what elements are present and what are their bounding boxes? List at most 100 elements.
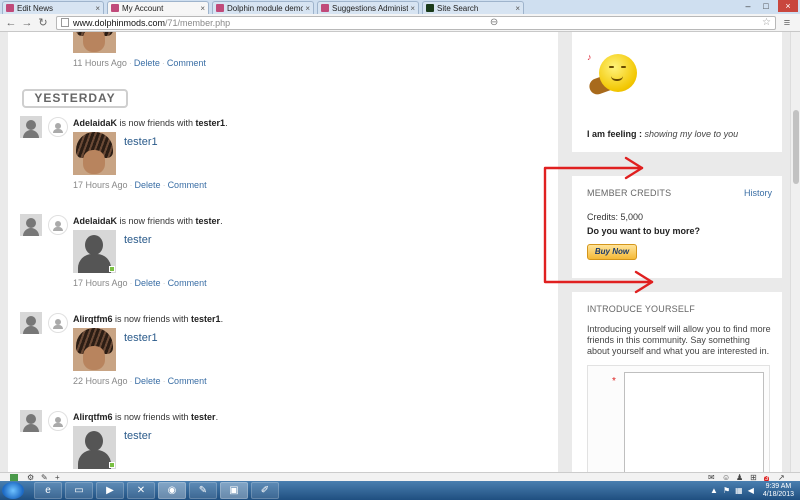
flag-icon[interactable]: ⚑	[723, 486, 730, 495]
cart-icon[interactable]: ⊞	[750, 473, 758, 481]
folder-icon[interactable]: ▭	[65, 482, 93, 499]
actor-link[interactable]: AdelaidaK	[73, 216, 117, 226]
browser-tab-dolphin-demo[interactable]: Dolphin module demo sit ×	[212, 1, 314, 14]
scrollbar-thumb[interactable]	[793, 110, 799, 184]
site-logo-icon[interactable]	[10, 473, 18, 481]
buy-now-button[interactable]: Buy Now	[587, 244, 637, 260]
activity-feed: 11 Hours Ago · Delete · Comment YESTERDAY Ad…	[8, 32, 558, 472]
user-icon[interactable]: ♟	[736, 473, 744, 481]
period-text: .	[220, 216, 223, 226]
actor-link[interactable]: Alirqtfm6	[73, 314, 113, 324]
actor-avatar[interactable]	[20, 410, 42, 432]
system-clock[interactable]: 9:39 AM 4/18/2013	[763, 483, 794, 499]
action-text: is now friends with	[112, 412, 192, 422]
browser-tab-site-search[interactable]: Site Search ×	[422, 1, 524, 14]
action-text: is now friends with	[112, 314, 192, 324]
browser-tab-edit-news[interactable]: Edit News ×	[2, 1, 104, 14]
delete-link[interactable]: Delete	[135, 278, 161, 288]
browser-tab-suggestions[interactable]: Suggestions Administratio ×	[317, 1, 419, 14]
paint-icon[interactable]: ✐	[251, 482, 279, 499]
history-link[interactable]: History	[744, 188, 772, 198]
address-bar[interactable]: www.dolphinmods.com /71/member.php ⊖ ☆	[56, 15, 776, 30]
notifications-icon[interactable]: 3	[764, 474, 772, 481]
toolbar-right-icons: ✉ ☺ ♟ ⊞ 3 ↗	[702, 473, 786, 481]
zoom-icon[interactable]: ⊖	[490, 17, 498, 28]
editor-icon[interactable]: ✎	[189, 482, 217, 499]
action-text: is now friends with	[117, 216, 196, 226]
gear-icon[interactable]: ⚙	[27, 473, 35, 481]
browser-tab-my-account[interactable]: My Account ×	[107, 1, 209, 14]
tab-label: Dolphin module demo sit	[227, 3, 304, 13]
remote-desktop-icon[interactable]: ▣	[220, 482, 248, 499]
sidebar: ♪ I am feeling : showing my love to you …	[572, 32, 782, 472]
start-button[interactable]	[2, 482, 24, 499]
close-icon[interactable]: ×	[305, 4, 310, 13]
friend-photo-thumbnail[interactable]	[73, 32, 116, 53]
page-icon	[61, 18, 69, 27]
close-icon[interactable]: ×	[515, 4, 520, 13]
friend-default-avatar[interactable]	[73, 230, 116, 273]
actor-link[interactable]: Alirqtfm6	[73, 412, 113, 422]
friend-name-link[interactable]: tester1	[124, 332, 158, 344]
close-icon[interactable]: ×	[200, 4, 205, 13]
plus-icon[interactable]: +	[55, 473, 63, 481]
volume-icon[interactable]: ◀	[748, 486, 754, 495]
dolphin-favicon-icon	[111, 4, 119, 12]
mail-icon[interactable]: ✉	[708, 473, 716, 481]
window-close-icon[interactable]: ×	[778, 0, 798, 12]
signout-icon[interactable]: ↗	[778, 473, 786, 481]
back-arrow-icon[interactable]: ←	[4, 16, 18, 30]
actor-avatar[interactable]	[20, 214, 42, 236]
comment-link[interactable]: Comment	[168, 180, 207, 190]
intro-description: Introducing yourself will allow you to f…	[587, 324, 771, 356]
friend-name-link[interactable]: tester1	[124, 136, 158, 148]
friend-link[interactable]: tester	[196, 216, 221, 226]
media-player-icon[interactable]: ▶	[96, 482, 124, 499]
close-icon[interactable]: ×	[410, 4, 415, 13]
intro-textarea[interactable]	[624, 372, 764, 472]
comment-link[interactable]: Comment	[168, 376, 207, 386]
actor-avatar[interactable]	[20, 116, 42, 138]
activity-headline: AdelaidaK is now friends with tester.	[73, 216, 223, 226]
friend-name-link[interactable]: tester	[124, 234, 152, 246]
menu-icon[interactable]: ≡	[780, 16, 794, 30]
item-meta: 17 Hours Ago · Delete · Comment	[73, 180, 207, 190]
network-icon[interactable]: ▦	[735, 486, 743, 495]
intro-form: *	[587, 365, 770, 472]
timestamp: 17 Hours Ago	[73, 180, 128, 190]
face-shape	[83, 346, 105, 370]
edit-icon[interactable]: ✎	[41, 473, 49, 481]
face-shape	[83, 32, 105, 52]
tools-icon[interactable]: ✕	[127, 482, 155, 499]
friend-name-link[interactable]: tester	[124, 430, 152, 442]
friend-photo-thumbnail[interactable]	[73, 132, 116, 175]
tab-label: Suggestions Administratio	[332, 3, 409, 13]
delete-link[interactable]: Delete	[135, 376, 161, 386]
friend-link[interactable]: tester1	[196, 118, 226, 128]
friend-default-avatar[interactable]	[73, 426, 116, 469]
comment-link[interactable]: Comment	[168, 278, 207, 288]
friends-icon[interactable]: ☺	[722, 473, 730, 481]
reload-icon[interactable]: ↻	[36, 16, 50, 30]
comment-link[interactable]: Comment	[167, 58, 206, 68]
action-text: is now friends with	[117, 118, 196, 128]
page-scrollbar[interactable]	[790, 32, 800, 472]
delete-link[interactable]: Delete	[135, 180, 161, 190]
ie-icon[interactable]: e	[34, 482, 62, 499]
chrome-icon[interactable]: ◉	[158, 482, 186, 499]
friend-link[interactable]: tester	[191, 412, 216, 422]
delete-link[interactable]: Delete	[134, 58, 160, 68]
minimize-icon[interactable]: –	[740, 0, 756, 12]
friend-photo-thumbnail[interactable]	[73, 328, 116, 371]
box-title: INTRODUCE YOURSELF	[587, 304, 695, 314]
site-favicon-icon	[426, 4, 434, 12]
bookmark-star-icon[interactable]: ☆	[762, 17, 771, 28]
forward-arrow-icon[interactable]: →	[20, 16, 34, 30]
actor-avatar[interactable]	[20, 312, 42, 334]
tray-arrow-icon[interactable]: ▲	[710, 486, 718, 495]
maximize-icon[interactable]: □	[758, 0, 774, 12]
url-host: www.dolphinmods.com	[73, 17, 166, 28]
actor-link[interactable]: AdelaidaK	[73, 118, 117, 128]
close-icon[interactable]: ×	[95, 4, 100, 13]
friend-link[interactable]: tester1	[191, 314, 221, 324]
